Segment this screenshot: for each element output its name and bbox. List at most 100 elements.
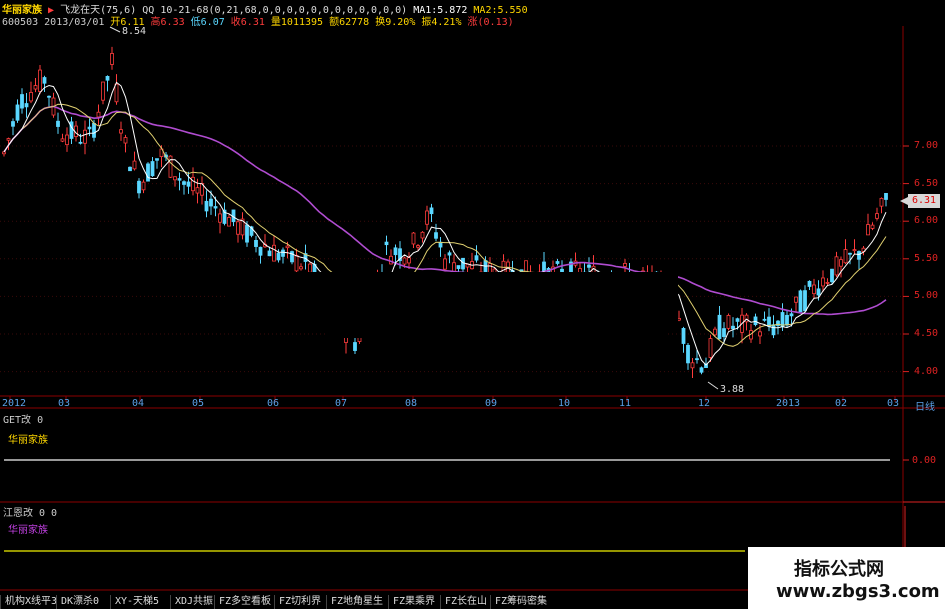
indicator-tab[interactable]: 机构X线平3 — [0, 595, 61, 609]
candle-body — [24, 103, 29, 108]
candle-body — [623, 262, 627, 267]
candle-body — [92, 122, 96, 138]
candle-body — [42, 77, 47, 84]
y-tick-label: 5.50 — [914, 252, 939, 264]
candle-body — [132, 160, 137, 170]
x-tick-label: 07 — [335, 398, 348, 409]
candle-body — [780, 312, 785, 327]
candle-body — [758, 331, 762, 337]
candle-body — [110, 53, 114, 65]
x-tick-label: 12 — [698, 398, 711, 409]
candle-body — [299, 266, 303, 270]
x-tick-label: 02 — [835, 398, 848, 409]
candle-body — [177, 178, 182, 181]
indicator-tab[interactable]: FZ地角星生 — [326, 595, 387, 609]
candle-body — [843, 249, 848, 264]
x-tick-label: 03 — [58, 398, 71, 409]
candle-body — [308, 263, 312, 273]
candle-body — [807, 280, 812, 287]
indicator-tab[interactable]: FZ筹码密集 — [490, 595, 551, 609]
candle-body — [456, 265, 461, 269]
panel3-stock-label: 华丽家族 — [8, 525, 48, 536]
candle-body — [258, 246, 263, 256]
y-tick-label: 4.50 — [914, 328, 939, 339]
indicator-tab[interactable]: XY-天梯5 — [110, 595, 163, 609]
occlusion-block — [228, 272, 678, 332]
watermark-url: www.zbgs3.com — [776, 581, 940, 602]
x-tick-label: 05 — [192, 398, 205, 409]
indicator-tab[interactable]: FZ多空看板 — [214, 595, 275, 609]
candle-body — [96, 111, 101, 118]
candle-body — [119, 129, 123, 134]
candle-body — [879, 197, 884, 207]
candle-body — [209, 198, 213, 207]
y-tick-label: 5.00 — [914, 290, 939, 302]
indicator-tab[interactable]: FZ果乘界 — [388, 595, 439, 609]
candle-body — [254, 240, 258, 247]
period-label[interactable]: 日线 — [915, 398, 935, 413]
indicator-tab[interactable]: FZ切利界 — [274, 595, 325, 609]
candle-body — [447, 252, 452, 256]
x-tick-label: 2013 — [776, 398, 801, 409]
candle-body — [236, 221, 240, 235]
candle-body — [155, 158, 159, 161]
candle-body — [191, 176, 195, 192]
indicator-tab[interactable]: DK漂杀0 — [56, 595, 103, 609]
candle-body — [141, 181, 146, 191]
candle-body — [60, 138, 65, 142]
candle-body — [384, 241, 389, 246]
candle-body — [452, 262, 456, 273]
candle-body — [852, 249, 857, 252]
candle-body — [245, 224, 249, 243]
kline-chart[interactable] — [0, 26, 945, 596]
candle-body — [20, 94, 24, 109]
candle-body — [195, 187, 200, 194]
candle-body — [101, 81, 105, 101]
candle-body — [353, 342, 357, 351]
y-tick-label: 6.00 — [914, 215, 939, 227]
min-pointer — [707, 381, 719, 390]
candle-body — [848, 252, 852, 255]
last-price-badge: 6.31 — [908, 194, 940, 208]
candle-body — [150, 161, 155, 177]
candle-body — [272, 244, 276, 262]
candle-body — [789, 313, 794, 317]
candle-body — [146, 163, 150, 182]
candle-body — [2, 151, 6, 155]
candle-body — [875, 213, 879, 219]
candle-body — [839, 259, 843, 267]
candle-body — [393, 247, 398, 256]
candle-body — [128, 166, 132, 172]
panel2-title[interactable]: GET改 0 — [3, 411, 43, 426]
indicator-tab[interactable]: XDJ共振 — [170, 595, 217, 609]
candle-body — [722, 328, 726, 338]
y-tick-label: 4.00 — [914, 365, 939, 377]
candle-body — [227, 217, 231, 227]
candle-body — [762, 318, 767, 321]
candle-body — [825, 281, 830, 284]
panel3-title[interactable]: 江恩改 0 0 — [3, 504, 57, 519]
candle-body — [204, 200, 209, 212]
watermark: 指标公式网 www.zbgs3.com — [748, 547, 945, 609]
candle-body — [866, 224, 870, 236]
candle-body — [56, 120, 60, 127]
x-tick-label: 10 — [558, 398, 571, 409]
candle-body — [294, 254, 299, 272]
candle-body — [416, 245, 420, 248]
candle-body — [699, 367, 704, 373]
candle-body — [281, 249, 285, 257]
candle-body — [798, 290, 803, 313]
candle-body — [884, 193, 888, 200]
candle-body — [15, 104, 20, 121]
candle-body — [173, 176, 177, 181]
indicator-tab[interactable]: FZ长在山 — [440, 595, 491, 609]
candle-body — [78, 141, 83, 144]
candle-body — [123, 137, 128, 144]
candle-body — [690, 362, 695, 369]
candle-body — [429, 207, 434, 215]
candle-body — [6, 138, 11, 141]
candle-body — [857, 251, 861, 260]
candle-body — [870, 224, 875, 229]
candle-body — [695, 358, 699, 361]
candle-body — [785, 314, 789, 326]
